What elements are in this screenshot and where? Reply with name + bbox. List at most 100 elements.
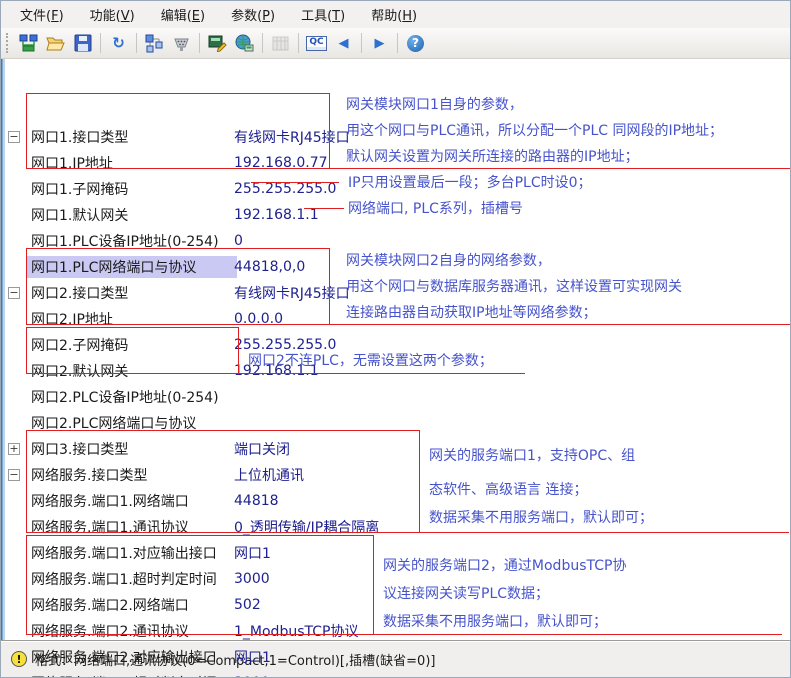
next-button[interactable]: ▶ bbox=[367, 31, 392, 56]
annotation-text: 议连接网关读写PLC数据； bbox=[383, 586, 550, 602]
toolbar: ↻ QC ◀ ▶ ? bbox=[1, 28, 790, 59]
prev-button[interactable]: ◀ bbox=[331, 31, 356, 56]
warning-icon: ! bbox=[11, 651, 27, 667]
annotation-text: 数据采集不用服务端口，默认即可； bbox=[383, 614, 607, 630]
toolbar-separator bbox=[262, 33, 263, 53]
param-label: 网口2.IP地址 bbox=[31, 312, 113, 328]
param-value[interactable]: 0_透明传输/IP耦合隔离 bbox=[234, 517, 379, 537]
refresh-icon: ↻ bbox=[112, 33, 125, 52]
param-value[interactable]: 44818 bbox=[234, 493, 279, 509]
param-value[interactable]: 网口1 bbox=[234, 647, 271, 667]
toolbar-separator bbox=[136, 33, 137, 53]
annotation-text: 用这个网口与PLC通讯，所以分配一个PLC 同网段的IP地址； bbox=[346, 123, 724, 139]
param-value[interactable]: 0 bbox=[234, 233, 243, 249]
annotation-text: 网关的服务端口1，支持OPC、组 bbox=[429, 448, 636, 464]
param-row[interactable]: 网口2.PLC设备IP地址(0-254) bbox=[1, 384, 790, 410]
param-label: 网口2.接口类型 bbox=[31, 286, 129, 302]
toolbar-separator bbox=[361, 33, 362, 53]
param-value[interactable]: 有线网卡RJ45接口 bbox=[234, 283, 350, 303]
param-label: 网络服务.接口类型 bbox=[31, 468, 148, 484]
param-value[interactable]: 端口关闭 bbox=[234, 439, 290, 459]
toolbar-separator bbox=[199, 33, 200, 53]
network-config-button[interactable] bbox=[16, 31, 41, 56]
annotation-text: 态软件、高级语言 连接； bbox=[429, 482, 588, 498]
param-label: 网口2.PLC设备IP地址(0-254) bbox=[31, 390, 219, 406]
param-value[interactable]: 44818,0,0 bbox=[234, 259, 305, 275]
serial-connector-icon bbox=[174, 38, 189, 51]
annotation-text: 网络端口, PLC系列，插槽号 bbox=[348, 201, 523, 217]
annotation-text: 默认网关设置为网关所连接的路由器的IP地址； bbox=[346, 149, 639, 165]
help-button[interactable]: ? bbox=[403, 31, 428, 56]
qc-display-button[interactable]: QC bbox=[304, 31, 329, 56]
network-config-icon bbox=[19, 34, 38, 51]
help-icon: ? bbox=[407, 34, 424, 52]
network-globe-icon bbox=[235, 34, 254, 51]
param-value[interactable]: 网口1 bbox=[234, 543, 271, 563]
open-file-button[interactable] bbox=[43, 31, 68, 56]
topology-icon bbox=[145, 34, 163, 52]
param-label: 网口2.子网掩码 bbox=[31, 338, 129, 354]
param-label: 网络服务.端口2.超时判定时间 bbox=[31, 673, 234, 677]
param-value[interactable]: 192.168.0.77 bbox=[234, 155, 328, 171]
param-label: 网络服务.端口2.通讯协议 bbox=[31, 624, 189, 640]
toolbar-separator bbox=[298, 33, 299, 53]
annotation-text: 网关模块网口2自身的网络参数， bbox=[346, 253, 551, 269]
menu-item-function[interactable]: 功能(V) bbox=[77, 1, 148, 28]
param-label: 网口1.IP地址 bbox=[31, 156, 113, 172]
param-label: 网口1.PLC设备IP地址(0-254) bbox=[31, 234, 219, 250]
param-value[interactable]: 1_ModbusTCP协议 bbox=[234, 621, 358, 641]
menu-item-file[interactable]: 文件(F) bbox=[7, 1, 77, 28]
param-value[interactable]: 502 bbox=[234, 597, 261, 613]
param-row[interactable]: + 网口3.接口类型 端口关闭 bbox=[1, 436, 790, 462]
qc-display-icon: QC bbox=[306, 35, 327, 51]
menu-item-tools[interactable]: 工具(T) bbox=[288, 1, 358, 28]
param-row[interactable]: 网络服务.端口1.网络端口 44818 bbox=[1, 488, 790, 514]
window-frame-strip bbox=[1, 59, 5, 649]
param-label: 网口3.接口类型 bbox=[31, 442, 129, 458]
save-button[interactable] bbox=[70, 31, 95, 56]
menu-item-edit[interactable]: 编辑(E) bbox=[148, 1, 218, 28]
tree-expand-icon[interactable]: − bbox=[8, 469, 20, 481]
annotation-text: 网口2不连PLC，无需设置这两个参数； bbox=[248, 353, 493, 369]
annotation-text: IP只用设置最后一段；多台PLC时设0； bbox=[348, 175, 592, 191]
param-row[interactable]: 网口2.PLC网络端口与协议 bbox=[1, 410, 790, 436]
param-value[interactable]: 上位机通讯 bbox=[234, 465, 304, 485]
next-arrow-icon: ▶ bbox=[374, 35, 385, 51]
tree-expand-icon[interactable]: + bbox=[8, 443, 20, 455]
module-grid-button[interactable] bbox=[268, 31, 293, 56]
param-row[interactable]: 网络服务.端口1.通讯协议 0_透明传输/IP耦合隔离 bbox=[1, 514, 790, 540]
param-label: 网口2.PLC网络端口与协议 bbox=[31, 416, 197, 432]
device-edit-button[interactable] bbox=[205, 31, 230, 56]
menu-item-params[interactable]: 参数(P) bbox=[218, 1, 288, 28]
param-label: 网络服务.端口1.超时判定时间 bbox=[31, 572, 217, 588]
param-label: 网络服务.端口2.网络端口 bbox=[31, 598, 189, 614]
param-value[interactable]: 255.255.255.0 bbox=[234, 181, 336, 197]
app-window: 文件(F) 功能(V) 编辑(E) 参数(P) 工具(T) 帮助(H) ↻ QC… bbox=[0, 0, 791, 678]
save-icon bbox=[74, 34, 91, 52]
tree-expand-icon[interactable]: − bbox=[8, 287, 20, 299]
annotation-text: 网关模块网口1自身的参数， bbox=[346, 97, 523, 113]
topology-button[interactable] bbox=[142, 31, 167, 56]
param-row[interactable]: − 网络服务.接口类型 上位机通讯 bbox=[1, 462, 790, 488]
toolbar-grip[interactable] bbox=[6, 33, 10, 53]
prev-arrow-icon: ◀ bbox=[338, 35, 349, 51]
param-label: 网口1.PLC网络端口与协议 bbox=[31, 260, 197, 276]
refresh-button[interactable]: ↻ bbox=[106, 31, 131, 56]
param-label: 网络服务.端口2.对应输出接口 bbox=[31, 650, 217, 666]
menu-item-help[interactable]: 帮助(H) bbox=[358, 1, 430, 28]
param-value[interactable]: 0.0.0.0 bbox=[234, 311, 283, 327]
toolbar-separator bbox=[100, 33, 101, 53]
param-value[interactable]: 3000 bbox=[234, 571, 270, 587]
annotation-text: 数据采集不用服务端口，默认即可； bbox=[429, 510, 653, 526]
param-label: 网口1.子网掩码 bbox=[31, 182, 129, 198]
param-value[interactable]: 有线网卡RJ45接口 bbox=[234, 127, 350, 147]
param-value[interactable]: 192.168.1.1 bbox=[234, 207, 319, 223]
serial-port-button[interactable] bbox=[169, 31, 194, 56]
param-label: 网络服务.端口1.通讯协议 bbox=[31, 520, 189, 536]
annotation-text: 连接路由器自动获取IP地址等网络参数； bbox=[346, 305, 597, 321]
param-label: 网络服务.端口1.对应输出接口 bbox=[31, 546, 217, 562]
network-globe-button[interactable] bbox=[232, 31, 257, 56]
tree-expand-icon[interactable]: − bbox=[8, 131, 20, 143]
param-label: 网口2.默认网关 bbox=[31, 364, 129, 380]
annotation-text: 用这个网口与数据库服务器通讯，这样设置可实现网关 bbox=[346, 279, 682, 295]
